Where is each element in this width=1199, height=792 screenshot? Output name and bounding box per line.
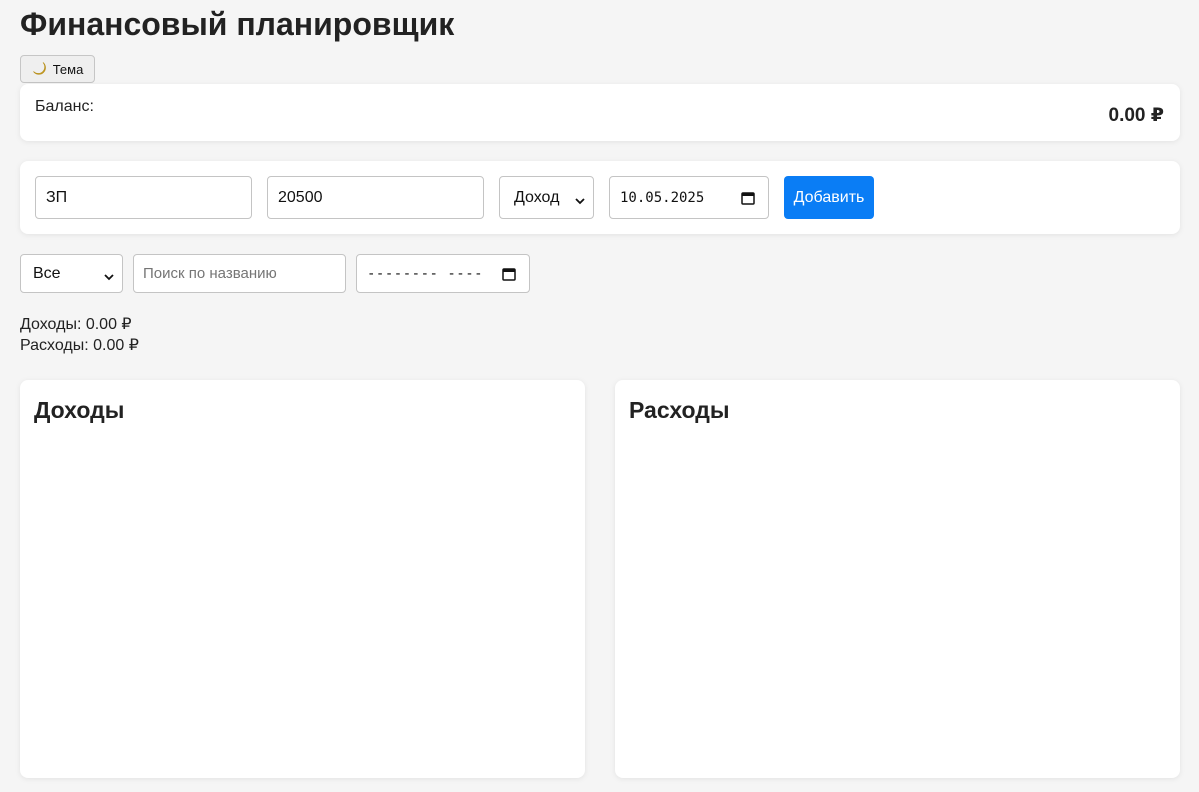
type-select-value: Доход [514,188,560,206]
expense-total: Расходы: 0.00 ₽ [20,337,139,354]
calendar-icon[interactable] [501,266,517,282]
date-input[interactable]: 10.05.2025 [609,176,769,219]
page-title: Финансовый планировщик [20,6,455,42]
amount-input[interactable]: 20500 [267,176,484,219]
calendar-icon[interactable] [740,190,756,206]
search-placeholder: Поиск по названию [143,265,277,282]
income-list-card: Доходы [20,380,585,778]
expense-list-title: Расходы [629,397,730,423]
theme-toggle-label: Тема [52,61,84,77]
amount-input-value: 20500 [278,188,323,206]
chevron-down-icon [575,193,585,204]
totals-summary: Доходы: 0.00 ₽ Расходы: 0.00 ₽ [20,314,139,356]
balance-label: Баланс: [35,98,94,115]
balance-card: Баланс: 0.00 ₽ [20,84,1180,141]
add-button[interactable]: Добавить [784,176,874,219]
income-list-title: Доходы [34,397,125,423]
type-filter-select[interactable]: Все [20,254,123,293]
name-input[interactable]: ЗП [35,176,252,219]
search-input[interactable]: Поиск по названию [133,254,346,293]
type-filter-value: Все [33,264,61,282]
name-input-value: ЗП [46,188,68,206]
date-filter-placeholder: -------- ---- [367,265,484,282]
expense-list-card: Расходы [615,380,1180,778]
date-input-value: 10.05.2025 [620,189,705,206]
income-total: Доходы: 0.00 ₽ [20,316,132,333]
date-filter-input[interactable]: -------- ---- [356,254,530,293]
add-transaction-form: ЗП 20500 Доход 10.05.2025 Добавить [20,161,1180,234]
moon-icon [32,61,48,77]
chevron-down-icon [104,269,114,280]
type-select[interactable]: Доход [499,176,594,219]
balance-value: 0.00 ₽ [1108,105,1164,126]
theme-toggle-button[interactable]: Тема [20,55,95,83]
